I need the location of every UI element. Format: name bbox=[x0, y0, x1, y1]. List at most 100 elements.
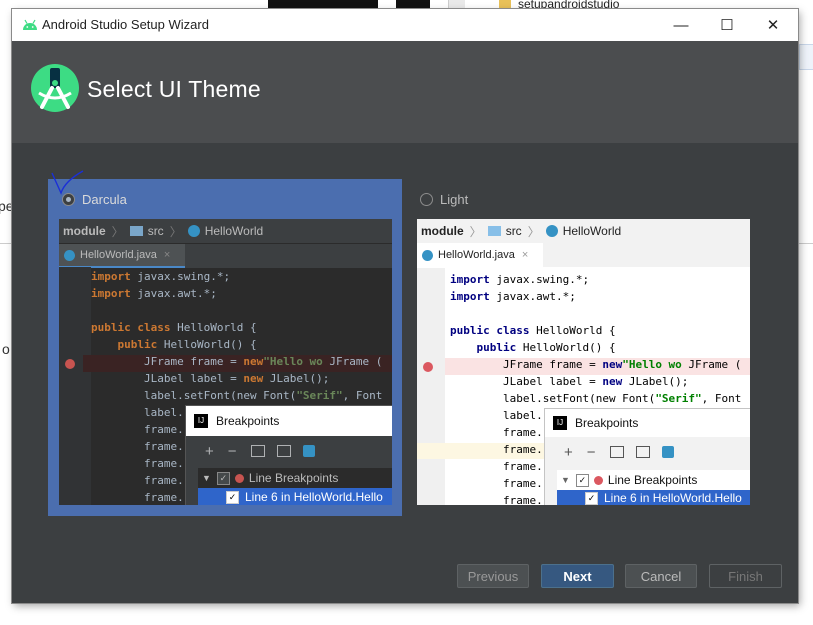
code-text: JFrame frame = bbox=[450, 358, 603, 371]
code-line: import javax.swing.*; bbox=[91, 270, 230, 283]
theme-label-light: Light bbox=[440, 192, 469, 207]
tree-root-label: Line Breakpoints bbox=[607, 473, 698, 487]
maximize-button[interactable]: ☐ bbox=[704, 9, 750, 41]
code-text: HelloWorld { bbox=[529, 324, 616, 337]
code-line: frame. bbox=[450, 494, 543, 505]
class-icon bbox=[545, 225, 558, 237]
breakpoint-icon bbox=[234, 473, 244, 483]
code-keyword: import bbox=[450, 290, 490, 303]
tab-label: HelloWorld.java bbox=[438, 249, 515, 261]
settings-icon[interactable] bbox=[661, 446, 674, 458]
code-text: frame. bbox=[450, 494, 543, 505]
code-line: frame. bbox=[450, 477, 543, 490]
minimize-button[interactable]: — bbox=[658, 9, 704, 41]
chevron-right-icon: 〉 bbox=[469, 224, 482, 239]
editor-tab[interactable]: HelloWorld.java × bbox=[59, 244, 185, 268]
code-text: , Font bbox=[701, 392, 742, 405]
theme-radio-darcula[interactable] bbox=[62, 193, 75, 206]
checkbox-icon[interactable]: ✓ bbox=[226, 490, 239, 504]
expand-arrow-icon: ▼ bbox=[202, 473, 211, 483]
code-keyword: public bbox=[450, 341, 517, 354]
light-preview: module 〉 src 〉 HelloWorld HelloWorld.jav… bbox=[417, 219, 750, 505]
close-button[interactable]: ✕ bbox=[750, 9, 796, 41]
settings-icon[interactable] bbox=[302, 445, 315, 457]
tree-child-label: Line 6 in HelloWorld.Hello bbox=[245, 490, 383, 504]
code-line: label. bbox=[91, 406, 184, 419]
breakpoints-popup: IJ Breakpoints + − ▼ ✓ Line Breakpoints bbox=[544, 408, 750, 505]
breakpoint-icon bbox=[423, 362, 433, 372]
finish-button[interactable]: Finish bbox=[709, 564, 782, 588]
code-line: JLabel label = new JLabel(); bbox=[91, 372, 329, 385]
add-icon[interactable]: + bbox=[564, 444, 573, 461]
tab-close-icon[interactable]: × bbox=[164, 249, 170, 261]
code-line: public class HelloWorld { bbox=[450, 324, 616, 337]
breakpoints-popup-header: IJ Breakpoints bbox=[545, 409, 750, 437]
code-line: public class HelloWorld { bbox=[91, 321, 257, 334]
intellij-icon: IJ bbox=[194, 414, 208, 428]
background-thumbnail bbox=[799, 44, 813, 70]
theme-option-light[interactable]: Light module 〉 src 〉 HelloWorld HelloWor… bbox=[406, 179, 760, 516]
code-text: label. bbox=[450, 409, 543, 422]
breakpoints-popup-header: IJ Breakpoints bbox=[186, 406, 392, 436]
group-icon[interactable] bbox=[250, 445, 265, 457]
code-line: public HelloWorld() { bbox=[91, 338, 256, 351]
code-text: label.setFont(new Font( bbox=[450, 392, 656, 405]
add-icon[interactable]: + bbox=[205, 443, 214, 460]
next-button[interactable]: Next bbox=[541, 564, 614, 588]
code-line: JFrame frame = new"Hello wo JFrame ( bbox=[91, 355, 382, 368]
editor-tab-bar: HelloWorld.java × bbox=[59, 243, 392, 268]
code-keyword: new bbox=[602, 375, 623, 388]
code-keyword: public class bbox=[91, 321, 171, 334]
checkbox-icon[interactable]: ✓ bbox=[216, 471, 230, 485]
code-string: "Serif" bbox=[655, 392, 702, 405]
remove-icon[interactable]: − bbox=[228, 443, 237, 460]
radio-dot bbox=[66, 197, 71, 202]
breakpoints-title: Breakpoints bbox=[575, 416, 639, 430]
code-string: "Hello wo bbox=[622, 358, 682, 371]
breadcrumb: module 〉 src 〉 HelloWorld bbox=[59, 219, 392, 243]
breadcrumb-class: HelloWorld bbox=[204, 224, 264, 238]
theme-option-darcula[interactable]: Darcula module 〉 src 〉 HelloWorld HelloW… bbox=[48, 170, 402, 516]
maximize-icon: ☐ bbox=[720, 17, 734, 34]
setup-wizard-window: Android Studio Setup Wizard — ☐ ✕ Select… bbox=[12, 9, 798, 603]
class-icon bbox=[422, 249, 433, 261]
checkbox-icon[interactable]: ✓ bbox=[585, 491, 598, 505]
gutter bbox=[417, 268, 445, 505]
code-line: JLabel label = new JLabel(); bbox=[450, 375, 688, 388]
title-bar: Android Studio Setup Wizard — ☐ ✕ bbox=[12, 9, 798, 41]
code-line: frame. bbox=[91, 474, 184, 487]
darcula-preview: module 〉 src 〉 HelloWorld HelloWorld.jav… bbox=[59, 219, 392, 505]
tree-row-line6[interactable]: ✓ Line 6 in HelloWorld.Hello bbox=[198, 488, 392, 505]
code-text: JLabel label = bbox=[450, 375, 603, 388]
filter-icon[interactable] bbox=[635, 446, 650, 458]
code-line: import javax.swing.*; bbox=[450, 273, 589, 286]
code-line: import javax.awt.*; bbox=[91, 287, 217, 300]
code-string: "Serif" bbox=[296, 389, 343, 402]
breakpoint-icon bbox=[65, 359, 75, 369]
code-line: import javax.awt.*; bbox=[450, 290, 576, 303]
tab-close-icon[interactable]: × bbox=[522, 249, 528, 261]
group-icon[interactable] bbox=[609, 446, 624, 458]
code-text: javax.swing.*; bbox=[489, 273, 590, 286]
code-text: javax.awt.*; bbox=[489, 290, 576, 303]
checkbox-icon[interactable]: ✓ bbox=[575, 473, 589, 487]
filter-icon[interactable] bbox=[276, 445, 291, 457]
code-line: frame. bbox=[450, 426, 543, 439]
code-text: javax.awt.*; bbox=[130, 287, 217, 300]
remove-icon[interactable]: − bbox=[587, 444, 596, 461]
theme-radio-light[interactable] bbox=[420, 193, 433, 206]
tree-row-line-breakpoints[interactable]: ▼ ✓ Line Breakpoints bbox=[557, 470, 750, 490]
tree-row-line6[interactable]: ✓ Line 6 in HelloWorld.Hello bbox=[557, 490, 750, 505]
cancel-button[interactable]: Cancel bbox=[625, 564, 697, 588]
code-keyword: import bbox=[91, 287, 131, 300]
code-line: label.setFont(new Font("Serif", Font bbox=[91, 389, 382, 402]
previous-button[interactable]: Previous bbox=[457, 564, 529, 588]
close-icon: ✕ bbox=[766, 17, 780, 34]
folder-icon bbox=[129, 226, 143, 236]
code-text: JFrame ( bbox=[322, 355, 383, 368]
code-text: frame. bbox=[91, 423, 184, 436]
editor-tab[interactable]: HelloWorld.java × bbox=[417, 243, 543, 267]
class-icon bbox=[187, 225, 200, 237]
theme-label-darcula: Darcula bbox=[82, 192, 127, 207]
tree-row-line-breakpoints[interactable]: ▼ ✓ Line Breakpoints bbox=[198, 468, 392, 488]
